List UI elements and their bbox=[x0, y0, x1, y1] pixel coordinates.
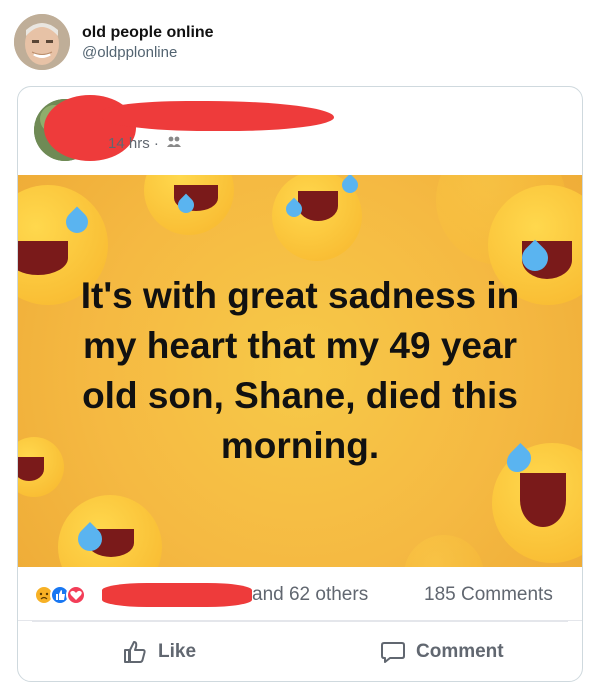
reaction-count-text[interactable]: and 62 others bbox=[252, 584, 368, 606]
reaction-icons[interactable] bbox=[34, 585, 94, 607]
like-label: Like bbox=[158, 641, 197, 662]
post-meta: 14 hrs · bbox=[108, 135, 182, 152]
friends-icon bbox=[167, 135, 182, 152]
comments-count[interactable]: 185 Comments bbox=[424, 584, 553, 606]
account-handle[interactable]: @oldpplonline bbox=[82, 44, 177, 61]
timestamp[interactable]: 14 hrs bbox=[108, 135, 150, 152]
love-reaction-icon bbox=[66, 585, 86, 605]
old-man-avatar-icon bbox=[14, 14, 70, 70]
image-caption: It's with great sadness in my heart that… bbox=[80, 275, 520, 466]
reactions-bar: and 62 others 185 Comments bbox=[18, 567, 582, 621]
thumbs-up-icon bbox=[122, 639, 148, 665]
laughing-emoji-icon bbox=[58, 495, 162, 567]
separator: · bbox=[153, 135, 159, 152]
comment-label: Comment bbox=[416, 641, 504, 662]
avatar[interactable] bbox=[14, 14, 70, 70]
redaction-mark bbox=[102, 583, 252, 607]
divider bbox=[32, 621, 568, 622]
like-button[interactable]: Like bbox=[122, 635, 196, 669]
tweet-header: old people online @oldpplonline bbox=[14, 14, 574, 70]
account-name[interactable]: old people online bbox=[82, 24, 214, 42]
post-image[interactable]: It's with great sadness in my heart that… bbox=[18, 175, 582, 567]
redaction-mark bbox=[102, 101, 334, 131]
comment-button[interactable]: Comment bbox=[380, 635, 504, 669]
laughing-emoji-icon bbox=[404, 535, 484, 567]
screenshot-card: 14 hrs · It's with great sadness in my h… bbox=[17, 86, 583, 682]
post-header: 14 hrs · bbox=[18, 87, 582, 175]
comment-bubble-icon bbox=[380, 639, 406, 665]
